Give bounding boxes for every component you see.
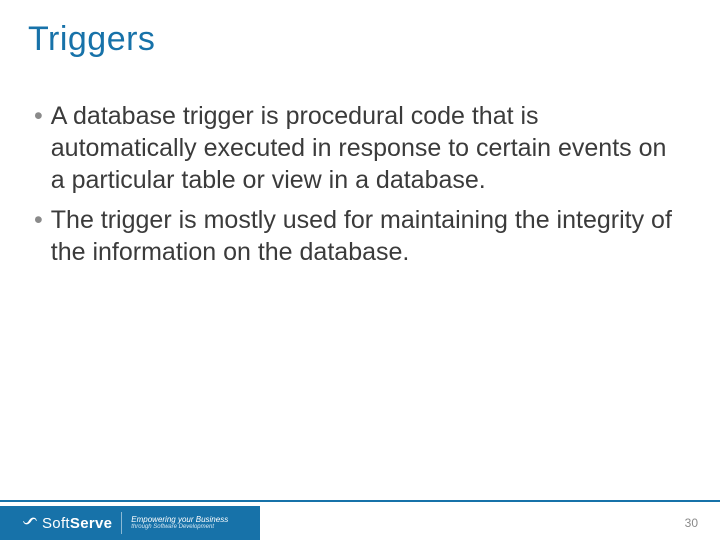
page-number: 30 <box>685 516 698 530</box>
brand-name: SoftServe <box>42 515 112 532</box>
tagline-sub: through Software Development <box>131 524 228 530</box>
brand-name-part2: Serve <box>70 515 112 532</box>
slide: Triggers • A database trigger is procedu… <box>0 0 720 540</box>
bullet-icon: • <box>34 204 43 236</box>
slide-footer: SoftServe Empowering your Business throu… <box>0 500 720 540</box>
footer-divider-line <box>0 500 720 502</box>
brand-tagline: Empowering your Business through Softwar… <box>131 516 228 531</box>
brand-name-part1: Soft <box>42 515 70 532</box>
brand-logo-icon <box>22 515 38 531</box>
footer-brand-band: SoftServe Empowering your Business throu… <box>0 506 260 540</box>
bullet-icon: • <box>34 100 43 132</box>
bullet-text: A database trigger is procedural code th… <box>51 100 680 196</box>
list-item: • A database trigger is procedural code … <box>34 100 680 196</box>
list-item: • The trigger is mostly used for maintai… <box>34 204 680 268</box>
slide-title: Triggers <box>28 20 155 59</box>
bullet-text: The trigger is mostly used for maintaini… <box>51 204 680 268</box>
brand-divider <box>121 512 122 534</box>
tagline-main: Empowering your Business <box>131 516 228 524</box>
slide-body: • A database trigger is procedural code … <box>34 100 680 276</box>
